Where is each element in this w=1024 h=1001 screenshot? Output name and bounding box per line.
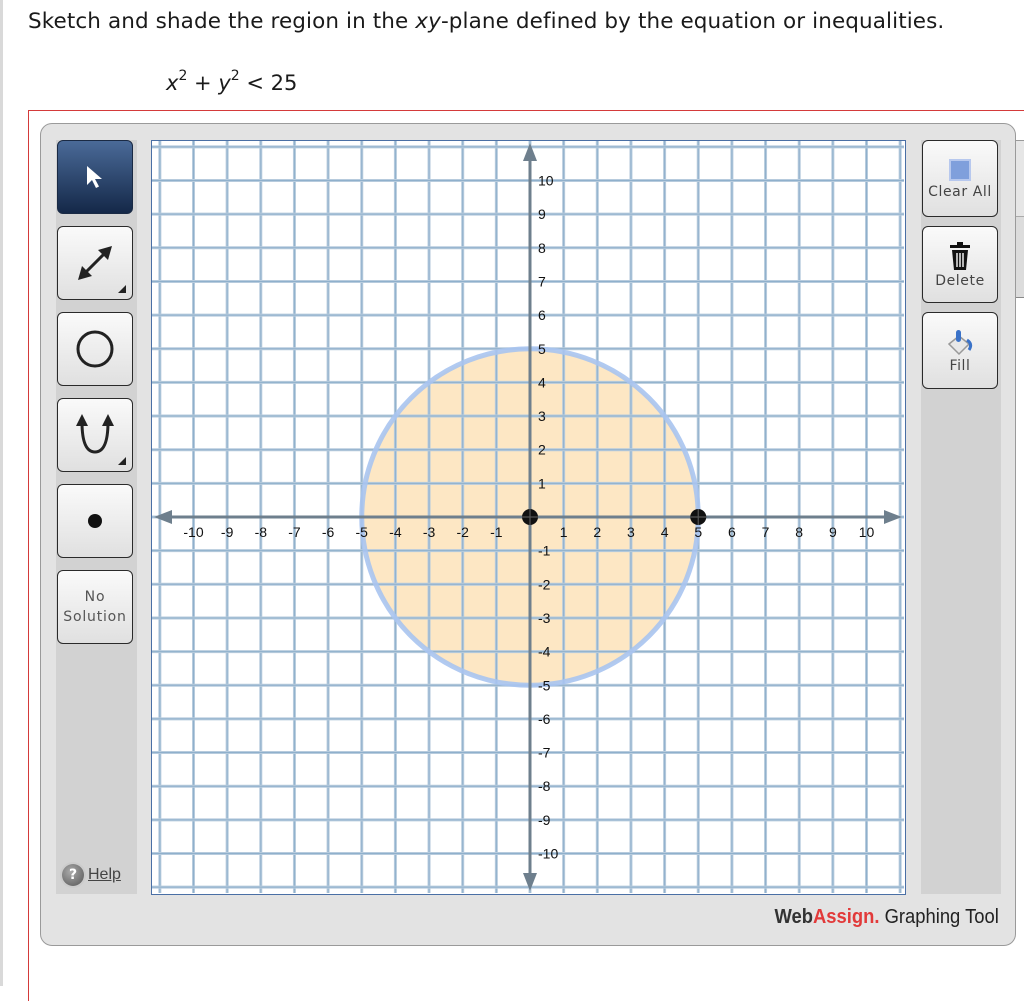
line-tool-button[interactable]	[57, 226, 133, 300]
brand-assign: Assign.	[813, 906, 880, 928]
x-tick-label: -4	[389, 524, 402, 540]
x-tick-label: -9	[221, 524, 234, 540]
submenu-indicator-icon	[118, 457, 126, 465]
x-tick-label: 2	[593, 524, 601, 540]
double-arrow-line-icon	[78, 246, 112, 280]
y-tick-label: 2	[538, 442, 546, 458]
y-tick-label: 9	[538, 206, 546, 222]
y-tick-label: -5	[538, 677, 551, 693]
no-solution-button[interactable]: No Solution	[57, 570, 133, 644]
submenu-indicator-icon	[118, 285, 126, 293]
y-tick-label: 3	[538, 408, 546, 424]
y-tick-label: 8	[538, 240, 546, 256]
x-tick-label: 3	[627, 524, 635, 540]
brand-web: Web	[774, 906, 814, 928]
eq-exp2: 2	[230, 68, 240, 84]
no-solution-label: No Solution	[63, 587, 126, 627]
x-tick-label: -1	[490, 524, 503, 540]
fill-label: Fill	[949, 357, 971, 374]
x-tick-label: 9	[829, 524, 837, 540]
page-edge	[0, 0, 3, 986]
eq-plus: +	[187, 71, 219, 95]
eq-y: y	[218, 71, 231, 95]
question-text: Sketch and shade the region in the xy-pl…	[28, 9, 944, 34]
clear-all-square-icon	[949, 158, 971, 181]
y-tick-label: 10	[538, 173, 554, 189]
arrow-pointer-icon	[87, 166, 102, 188]
y-tick-label: -3	[538, 610, 551, 626]
help-link[interactable]: ? Help	[62, 864, 121, 886]
y-tick-label: -10	[538, 846, 558, 862]
y-tick-label: -9	[538, 812, 551, 828]
equation: x2 + y2 < 25	[166, 68, 298, 95]
question-variable: xy	[415, 9, 441, 34]
y-tick-label: -8	[538, 778, 551, 794]
y-tick-label: 1	[538, 475, 546, 491]
x-tick-label: -8	[255, 524, 268, 540]
eq-exp1: 2	[178, 68, 188, 84]
eq-x: x	[166, 71, 179, 95]
select-tool-button[interactable]	[57, 140, 133, 214]
brand-tool: Graphing Tool	[879, 906, 999, 928]
y-tick-label: 5	[538, 341, 546, 357]
y-tick-label: -1	[538, 543, 551, 559]
delete-label: Delete	[935, 272, 985, 289]
circle-icon	[76, 330, 114, 368]
no-solution-line2: Solution	[63, 609, 127, 625]
clear-all-button[interactable]: Clear All	[922, 140, 998, 217]
x-tick-label: 1	[560, 524, 568, 540]
clear-all-label: Clear All	[928, 183, 992, 200]
side-tab	[1016, 140, 1024, 217]
question-suffix: -plane defined by the equation or inequa…	[440, 9, 945, 34]
y-tick-label: -2	[538, 576, 551, 592]
graph-plot[interactable]: -10 -9 -8 -7 -6 -5 -4 -3 -2 -1 1 2 3 4 5 6 7 8 9 10 -10 -9 -8 -…	[152, 141, 904, 893]
graph-canvas[interactable]: -10 -9 -8 -7 -6 -5 -4 -3 -2 -1 1 2 3 4 5 6 7 8 9 10 -10 -9 -8 -…	[151, 140, 906, 895]
x-tick-label: 7	[762, 524, 770, 540]
help-question-icon: ?	[62, 864, 84, 886]
x-tick-label: -6	[322, 524, 335, 540]
parabola-icon	[76, 414, 114, 454]
y-tick-label: -7	[538, 745, 551, 761]
x-tick-label: 4	[661, 524, 669, 540]
parabola-tool-button[interactable]	[57, 398, 133, 472]
y-tick-label: 6	[538, 307, 546, 323]
webassign-branding: WebAssign. Graphing Tool	[775, 906, 999, 929]
point-tool-button[interactable]	[57, 484, 133, 558]
y-tick-label: -4	[538, 644, 551, 660]
x-tick-label: 8	[795, 524, 803, 540]
x-tick-label: -2	[456, 524, 469, 540]
x-tick-label: -10	[183, 524, 203, 540]
y-tick-label: -6	[538, 711, 551, 727]
point-icon	[88, 514, 102, 528]
x-tick-label: 10	[859, 524, 875, 540]
side-tab-lower	[1016, 216, 1024, 298]
x-tick-label: -7	[288, 524, 301, 540]
x-tick-label: 5	[694, 524, 702, 540]
help-label[interactable]: Help	[88, 866, 121, 884]
x-tick-label: -3	[423, 524, 436, 540]
delete-button[interactable]: Delete	[922, 226, 998, 303]
paint-bucket-icon	[947, 329, 973, 355]
x-tick-label: -5	[356, 524, 369, 540]
x-tick-label: 6	[728, 524, 736, 540]
trash-icon	[950, 241, 970, 270]
y-tick-label: 7	[538, 273, 546, 289]
fill-button[interactable]: Fill	[922, 312, 998, 389]
x-axis-arrow-left	[154, 510, 172, 524]
question-prefix: Sketch and shade the region in the	[28, 9, 416, 34]
no-solution-line1: No	[84, 589, 106, 605]
y-tick-label: 4	[538, 374, 546, 390]
eq-rest: < 25	[239, 71, 298, 95]
circle-tool-button[interactable]	[57, 312, 133, 386]
